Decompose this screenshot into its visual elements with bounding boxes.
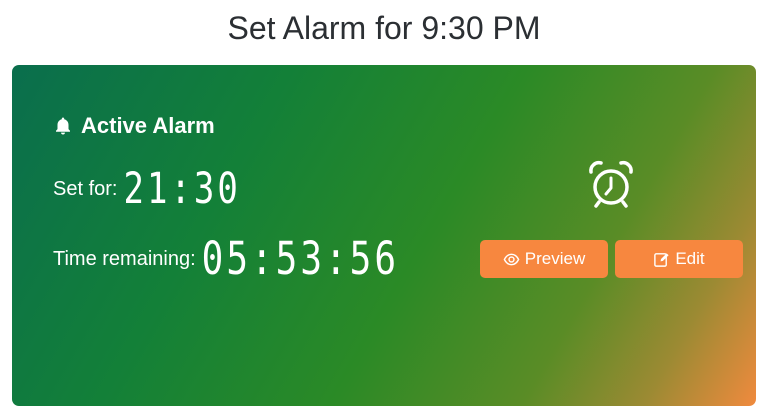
time-remaining-label: Time remaining: (53, 248, 196, 270)
card-header-title: Active Alarm (81, 113, 215, 138)
preview-button[interactable]: Preview (480, 240, 608, 278)
page: Set Alarm for 9:30 PM Active Alarm Set f… (0, 0, 768, 416)
time-remaining-countdown: 05:53:56 (201, 233, 400, 286)
time-remaining-row: Time remaining: 05:53:56 (53, 234, 399, 285)
set-for-label: Set for: (53, 177, 118, 200)
preview-button-label: Preview (524, 249, 586, 268)
page-title: Set Alarm for 9:30 PM (227, 10, 541, 46)
active-alarm-card: Active Alarm Set for: 21:30 Time remaini… (12, 65, 756, 406)
set-for-time: 21:30 (123, 164, 241, 214)
edit-button[interactable]: Edit (615, 240, 743, 278)
alarm-clock-icon (584, 157, 638, 211)
edit-button-label: Edit (675, 249, 705, 268)
bell-icon (53, 116, 73, 136)
card-header: Active Alarm (53, 113, 215, 139)
set-for-row: Set for: 21:30 (53, 164, 241, 214)
eye-icon (503, 251, 520, 268)
edit-icon (653, 251, 670, 268)
